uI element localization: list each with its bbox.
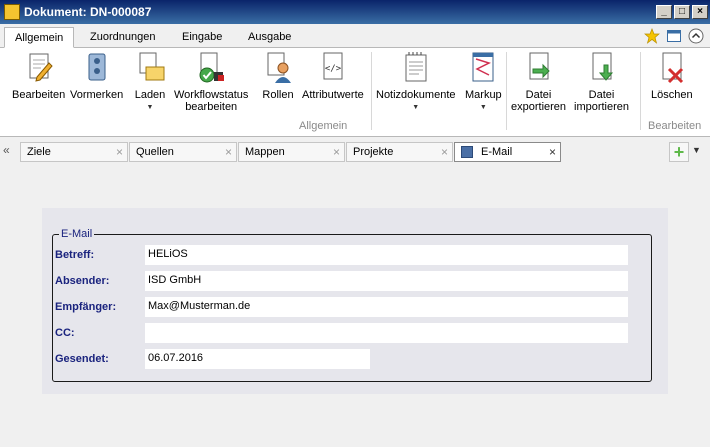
- add-tab-icon[interactable]: +: [669, 142, 689, 162]
- bearbeiten-button[interactable]: Bearbeiten: [12, 51, 65, 101]
- close-tab-icon[interactable]: ×: [441, 145, 448, 159]
- tab-list-dropdown-icon[interactable]: ▼: [692, 145, 701, 155]
- ribbon-separator: [640, 52, 641, 130]
- edit-icon: [29, 53, 53, 82]
- import-label-1: Datei: [588, 89, 615, 101]
- loeschen-button[interactable]: Löschen: [651, 51, 693, 101]
- tab-ziele[interactable]: Ziele ×: [20, 142, 128, 162]
- tab-label: Quellen: [136, 146, 174, 158]
- close-tab-icon[interactable]: ×: [333, 145, 340, 159]
- field-row-absender: Absender: ISD GmbH: [55, 271, 628, 291]
- window-icon[interactable]: [666, 28, 682, 44]
- attributwerte-button[interactable]: </> Attributwerte: [302, 51, 364, 101]
- roles-icon: [267, 52, 291, 83]
- cc-label: CC:: [55, 327, 75, 339]
- gesendet-field[interactable]: 06.07.2016: [145, 349, 370, 369]
- close-tab-icon[interactable]: ×: [549, 145, 556, 159]
- field-row-gesendet: Gesendet: 06.07.2016: [55, 349, 370, 369]
- notes-icon: [405, 52, 427, 82]
- close-icon[interactable]: ×: [692, 5, 708, 19]
- group-label-allgemein: Allgemein: [299, 120, 348, 132]
- svg-text:</>: </>: [325, 64, 342, 74]
- tab-ausgabe[interactable]: Ausgabe: [238, 27, 301, 48]
- export-label-2: exportieren: [511, 101, 567, 113]
- empfaenger-field[interactable]: Max@Musterman.de: [145, 297, 628, 317]
- close-tab-icon[interactable]: ×: [116, 145, 123, 159]
- laden-button[interactable]: Laden ▼: [134, 51, 166, 114]
- tab-label: Mappen: [245, 146, 285, 158]
- cc-field[interactable]: [145, 323, 628, 343]
- markup-label: Markup: [465, 89, 502, 101]
- title-bar: Dokument: DN-000087 _ □ ×: [0, 0, 710, 24]
- tab-eingabe[interactable]: Eingabe: [172, 27, 232, 48]
- field-row-betreff: Betreff: HELiOS: [55, 245, 628, 265]
- ribbon-separator: [506, 52, 507, 130]
- field-row-empfaenger: Empfänger: Max@Musterman.de: [55, 297, 628, 317]
- vormerken-label: Vormerken: [70, 89, 124, 101]
- import-icon: [592, 52, 613, 81]
- email-legend: E-Mail: [61, 228, 93, 240]
- export-icon: [529, 52, 550, 80]
- export-label-1: Datei: [525, 89, 552, 101]
- attributwerte-label: Attributwerte: [302, 89, 364, 101]
- bearbeiten-label: Bearbeiten: [12, 89, 66, 101]
- datei-exportieren-button[interactable]: Datei exportieren: [511, 51, 566, 113]
- load-icon: [139, 52, 165, 81]
- email-icon: [461, 146, 473, 158]
- scroll-left-icon[interactable]: «: [3, 143, 17, 159]
- markup-button[interactable]: Markup ▼: [465, 51, 502, 114]
- empfaenger-label: Empfänger:: [55, 301, 117, 313]
- tab-label: Ziele: [27, 146, 51, 158]
- workflowstatus-button[interactable]: Workflowstatus bearbeiten: [174, 51, 248, 113]
- workflowstatus-label-2: bearbeiten: [185, 101, 238, 113]
- laden-label: Laden: [134, 89, 166, 101]
- vormerken-button[interactable]: Vormerken: [70, 51, 123, 101]
- ribbon-tab-bar: Allgemein Zuordnungen Eingabe Ausgabe: [0, 24, 710, 48]
- document-app-icon: [4, 4, 20, 20]
- import-label-2: importieren: [574, 101, 630, 113]
- close-tab-icon[interactable]: ×: [225, 145, 232, 159]
- tab-allgemein[interactable]: Allgemein: [4, 27, 75, 48]
- workflow-icon: [199, 52, 225, 83]
- notizdokumente-button[interactable]: Notizdokumente ▼: [376, 51, 456, 114]
- markup-icon: [472, 52, 494, 82]
- absender-field[interactable]: ISD GmbH: [145, 271, 628, 291]
- tab-projekte[interactable]: Projekte ×: [346, 142, 453, 162]
- tab-label: E-Mail: [481, 146, 513, 158]
- ribbon: Bearbeiten Vormerken Laden ▼ Workflowsta…: [0, 48, 710, 137]
- tab-email[interactable]: E-Mail ×: [454, 142, 561, 162]
- window-title: Dokument: DN-000087: [24, 5, 152, 19]
- bookmark-icon: [88, 53, 106, 81]
- attribute-values-icon: </>: [323, 52, 343, 80]
- laden-dropdown-arrow: ▼: [146, 104, 154, 111]
- notizdokumente-dropdown-arrow: ▼: [412, 104, 420, 111]
- datei-importieren-button[interactable]: Datei importieren: [574, 51, 629, 113]
- maximize-icon[interactable]: □: [674, 5, 690, 19]
- star-icon[interactable]: [644, 28, 660, 44]
- main-panel: E-Mail Betreff: HELiOS Absender: ISD Gmb…: [0, 164, 710, 447]
- loeschen-label: Löschen: [651, 89, 693, 101]
- minimize-icon[interactable]: _: [656, 5, 672, 19]
- ribbon-separator: [371, 52, 372, 130]
- document-tab-bar: « Ziele × Quellen × Mappen × Projekte × …: [0, 140, 710, 164]
- rollen-button[interactable]: Rollen: [262, 51, 294, 101]
- absender-label: Absender:: [55, 275, 110, 287]
- collapse-icon[interactable]: [688, 28, 704, 44]
- gesendet-label: Gesendet:: [55, 353, 109, 365]
- delete-icon: [662, 52, 683, 84]
- rollen-label: Rollen: [262, 89, 294, 101]
- markup-dropdown-arrow: ▼: [479, 104, 487, 111]
- group-label-bearbeiten: Bearbeiten: [648, 120, 702, 132]
- field-row-cc: CC:: [55, 323, 628, 343]
- tab-label: Projekte: [353, 146, 394, 158]
- workflowstatus-label-1: Workflowstatus: [174, 89, 249, 101]
- betreff-field[interactable]: HELiOS: [145, 245, 628, 265]
- notizdokumente-label: Notizdokumente: [376, 89, 456, 101]
- tab-zuordnungen[interactable]: Zuordnungen: [80, 27, 165, 48]
- tab-quellen[interactable]: Quellen ×: [129, 142, 237, 162]
- tab-mappen[interactable]: Mappen ×: [238, 142, 345, 162]
- betreff-label: Betreff:: [55, 249, 95, 261]
- email-card: E-Mail Betreff: HELiOS Absender: ISD Gmb…: [42, 208, 668, 394]
